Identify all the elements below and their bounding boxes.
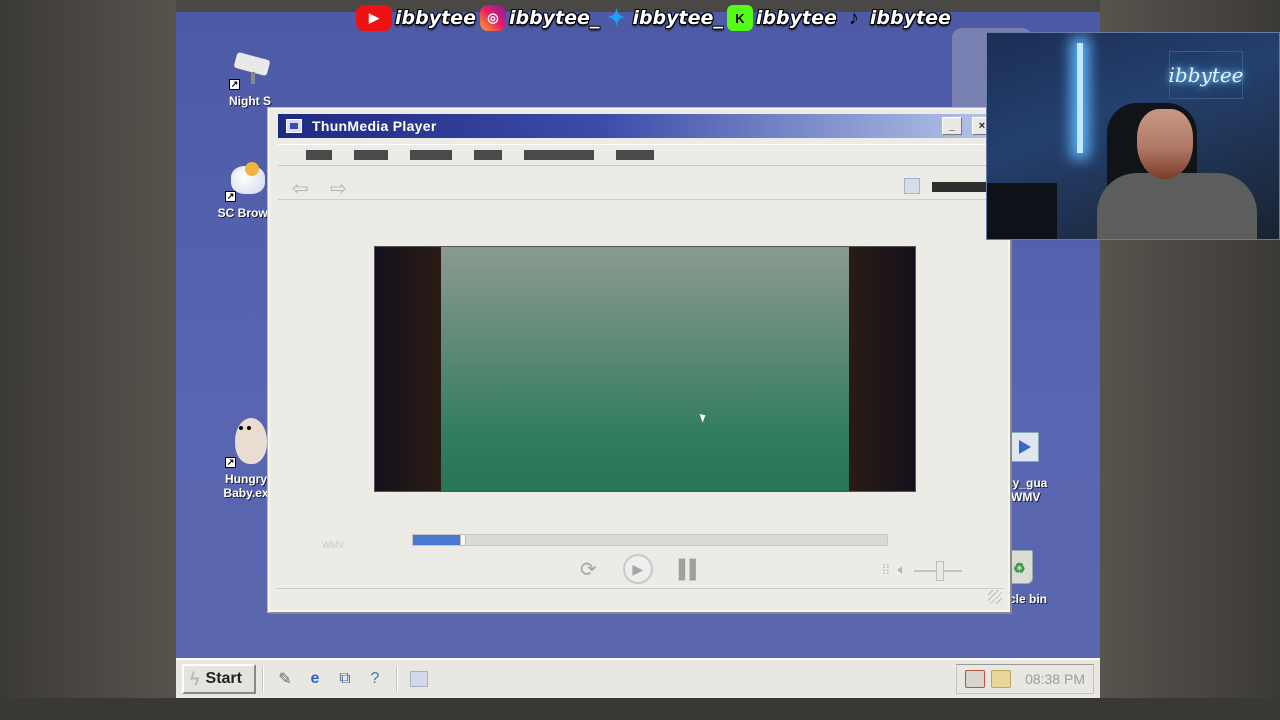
resize-grip[interactable]	[988, 590, 1002, 604]
social-youtube: ▶ ibbytee	[356, 5, 476, 31]
social-handle: ibbytee	[395, 7, 476, 29]
minimize-icon: _	[948, 120, 956, 132]
media-player-window: ThunMedia Player _ × ⇦ ⇨ WMV ⟳ ▶ ▌▌ ⁞⁞ 🔈…	[268, 108, 1010, 612]
navigation-bar: ⇦ ⇨	[278, 172, 1002, 200]
webcam-person-body	[1097, 173, 1257, 239]
letterbox-left	[375, 247, 441, 491]
play-button[interactable]: ▶	[622, 554, 653, 584]
media-library-icon[interactable]	[904, 178, 920, 194]
social-twitter: ✦ ibbytee_	[603, 5, 723, 31]
notepad-icon[interactable]: ✎	[273, 667, 297, 691]
start-logo-icon: ϟ	[190, 668, 200, 689]
social-kick: K ibbytee	[726, 5, 837, 31]
forward-arrow-icon[interactable]: ⇨	[330, 176, 347, 201]
taskbar: ϟ Start ✎ e ⧉ ? 08:38 PM	[176, 658, 1100, 698]
hungry-baby-icon: ↗	[223, 416, 269, 468]
twitter-icon: ✦	[607, 5, 626, 30]
browser-icon: ↗	[223, 160, 269, 202]
speaker-icon[interactable]: 🔈︎	[898, 561, 906, 578]
webcam-light-bar	[1077, 43, 1083, 153]
youtube-icon: ▶	[356, 5, 392, 31]
taskbar-separator	[396, 666, 398, 692]
menu-item-5[interactable]	[524, 150, 594, 160]
menu-bar	[278, 144, 1002, 166]
kick-icon: K	[726, 5, 753, 31]
equalizer-icon[interactable]: ⁞⁞	[882, 561, 890, 577]
social-handle: ibbytee_	[632, 7, 723, 29]
system-tray: 08:38 PM	[956, 664, 1094, 694]
minimize-button[interactable]: _	[942, 117, 962, 135]
menu-item-1[interactable]	[306, 150, 332, 160]
security-camera-icon: ↗	[227, 48, 273, 90]
letterbox-right	[849, 247, 915, 491]
media-player-icon	[286, 119, 302, 133]
pause-icon: ▌▌	[678, 558, 702, 579]
video-frame	[441, 247, 851, 491]
taskbar-separator	[262, 666, 264, 692]
playback-controls: ⟳ ▶ ▌▌	[580, 554, 702, 584]
social-tiktok: ♪ ibbytee	[841, 5, 951, 31]
repeat-icon[interactable]: ⟳	[580, 557, 597, 582]
volume-area: ⁞⁞ 🔈︎	[882, 558, 963, 581]
seek-progress	[413, 535, 463, 545]
clock: 08:38 PM	[1025, 671, 1085, 687]
play-icon: ▶	[632, 560, 644, 577]
tiktok-icon: ♪	[848, 6, 859, 29]
internet-explorer-icon[interactable]: e	[303, 667, 327, 691]
monitor-bezel-bottom	[0, 698, 1280, 720]
webcam-overlay: ibbytee	[986, 32, 1280, 240]
start-button[interactable]: ϟ Start	[182, 664, 256, 694]
instagram-icon: ◎	[479, 5, 506, 31]
video-display[interactable]	[374, 246, 916, 492]
desktop-icon-label: SC Brows	[217, 206, 275, 220]
status-bar	[276, 588, 1004, 606]
tray-folder-icon[interactable]	[991, 670, 1012, 688]
seek-bar[interactable]	[412, 534, 888, 546]
volume-slider[interactable]	[914, 560, 963, 581]
social-handle: ibbytee_	[508, 7, 600, 29]
nav-label-bar	[932, 182, 990, 192]
title-bar[interactable]: ThunMedia Player _ ×	[278, 114, 1002, 138]
menu-item-4[interactable]	[474, 150, 502, 160]
desktop-icon-night-security[interactable]: ↗ Night S	[210, 48, 290, 108]
tray-network-icon[interactable]	[965, 670, 986, 688]
social-handle: ibbytee	[869, 7, 951, 29]
format-label: WMV	[322, 540, 344, 550]
webcam-person-head	[1137, 109, 1193, 179]
start-label: Start	[205, 670, 242, 687]
webcam-neon-sign: ibbytee	[1169, 51, 1244, 99]
menu-item-3[interactable]	[410, 150, 452, 160]
back-arrow-icon[interactable]: ⇦	[292, 176, 309, 201]
monitor-bezel-left	[0, 0, 176, 720]
menu-item-6[interactable]	[616, 150, 654, 160]
desktop-icon-label: Night S	[229, 94, 271, 108]
media-player-task-icon[interactable]	[407, 667, 431, 691]
close-icon: ×	[978, 120, 986, 132]
webcam-desk	[987, 183, 1057, 239]
social-handle: ibbytee	[755, 7, 837, 29]
social-banner: ▶ ibbytee ◎ ibbytee_ ✦ ibbytee_ K ibbyte…	[356, 2, 951, 34]
seek-thumb[interactable]	[459, 534, 466, 546]
social-instagram: ◎ ibbytee_	[479, 5, 600, 31]
desktop-icon-label: Hungry Baby.ex	[223, 472, 269, 500]
menu-item-2[interactable]	[354, 150, 388, 160]
window-title: ThunMedia Player	[312, 118, 437, 134]
help-icon[interactable]: ?	[363, 667, 387, 691]
network-icon[interactable]: ⧉	[333, 667, 357, 691]
pause-button[interactable]: ▌▌	[678, 558, 702, 580]
